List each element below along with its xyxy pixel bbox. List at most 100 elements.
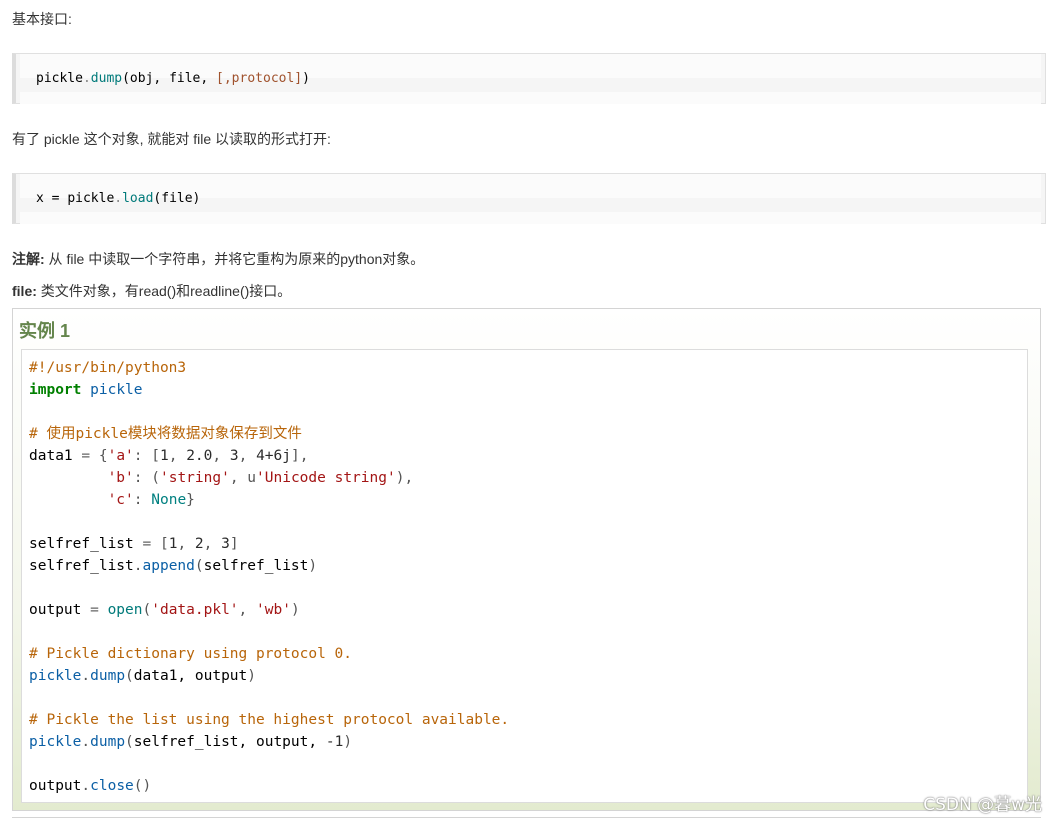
code-token: #!/usr/bin/python3 <box>29 360 187 376</box>
code-token: selfref_list, output, <box>133 734 326 750</box>
code-token: ( <box>142 602 152 618</box>
code-token: ) <box>290 602 300 618</box>
code-line: output.close() <box>29 775 151 797</box>
code-token: selfref_list <box>203 558 309 574</box>
code-token: [,protocol] <box>216 71 303 86</box>
code-line: import pickle <box>29 379 143 401</box>
code-token: ) <box>247 668 257 684</box>
note-paragraph: 注解: 从 file 中读取一个字符串，并将它重构为原来的python对象。 <box>12 249 424 269</box>
code-token: . <box>114 191 123 206</box>
csdn-watermark: CSDN @暮w光 <box>923 795 1042 815</box>
code-token: ( <box>125 734 134 750</box>
code-line: # Pickle dictionary using protocol 0. <box>29 643 352 665</box>
code-token: . <box>81 778 91 794</box>
code-token: ( <box>194 558 204 574</box>
code-token: (obj, file, <box>122 71 217 86</box>
code-token: load <box>122 191 154 206</box>
code-line: output = open('data.pkl', 'wb') <box>29 599 300 621</box>
code-token: selfref_list <box>29 558 134 574</box>
code-line: pickle.dump(data1, output) <box>29 665 256 687</box>
code-line: data1 = {'a': [1, 2.0, 3, 4+6j], <box>29 445 308 467</box>
code-token: pickle <box>29 668 82 684</box>
code-token: , <box>238 602 257 618</box>
code-line: 'b': ('string', u'Unicode string'), <box>29 467 414 489</box>
code-token: 'b' <box>107 470 134 486</box>
code-token: data1 <box>29 448 82 464</box>
file-note-paragraph: file: 类文件对象，有read()和readline()接口。 <box>12 281 291 301</box>
code-token: 2.0 <box>186 448 213 464</box>
code-stripe <box>20 212 1041 224</box>
code-token: -1 <box>325 734 344 750</box>
code-token: , <box>238 448 257 464</box>
paragraph-open-file: 有了 pickle 这个对象, 就能对 file 以读取的形式打开: <box>12 131 331 147</box>
code-token: . <box>81 734 91 750</box>
code-token: ) <box>302 71 310 86</box>
code-token: , <box>203 536 222 552</box>
code-token: 3 <box>229 448 239 464</box>
code-token: () <box>133 778 152 794</box>
code-token: ) <box>308 558 318 574</box>
note-text: 从 file 中读取一个字符串，并将它重构为原来的python对象。 <box>44 251 425 267</box>
code-token: close <box>90 778 134 794</box>
code-line: #!/usr/bin/python3 <box>29 357 186 379</box>
code-block-load[interactable]: x = pickle.load(file) <box>12 173 1046 224</box>
code-token: 'string' <box>159 470 230 486</box>
code-token: 'data.pkl' <box>151 602 239 618</box>
code-token: 'c' <box>107 492 134 508</box>
code-token: output <box>29 778 82 794</box>
code-token: append <box>142 558 195 574</box>
code-token: 2 <box>194 536 204 552</box>
code-token: 1 <box>160 448 169 464</box>
code-token: , <box>177 536 195 552</box>
code-token: import <box>29 382 82 398</box>
code-token: = <box>90 602 99 618</box>
code-token: selfref_list <box>29 536 143 552</box>
file-note-label: file: <box>12 283 37 299</box>
code-token: open <box>107 602 143 618</box>
code-token: : <box>133 492 152 508</box>
code-token: : [ <box>133 448 160 464</box>
code-line: # 使用pickle模块将数据对象保存到文件 <box>29 423 302 445</box>
code-block-dump[interactable]: pickle.dump(obj, file, [,protocol]) <box>12 53 1046 104</box>
code-token: # Pickle dictionary using protocol 0. <box>29 646 353 662</box>
code-token: : ( <box>133 470 160 486</box>
code-line: 'c': None} <box>29 489 195 511</box>
code-token: pickle <box>36 71 83 86</box>
example-title: 实例 1 <box>19 321 71 341</box>
code-token: ), <box>395 470 414 486</box>
code-token: ( <box>125 668 134 684</box>
code-token: # 使用pickle模块将数据对象保存到文件 <box>29 426 302 442</box>
code-line: selfref_list = [1, 2, 3] <box>29 533 239 555</box>
code-token: 'wb' <box>256 602 291 618</box>
note-label: 注解: <box>12 251 45 267</box>
code-token: { <box>90 448 108 464</box>
code-token: x = <box>36 191 68 206</box>
file-note-text: 类文件对象，有read()和readline()接口。 <box>36 283 292 299</box>
code-token: [ <box>151 536 169 552</box>
code-token: 'a' <box>107 448 134 464</box>
code-line: x = pickle.load(file) <box>36 187 200 211</box>
code-token: , <box>212 448 230 464</box>
example-code-block[interactable]: #!/usr/bin/python3 import pickle # 使用pickl… <box>21 349 1028 803</box>
code-token: , <box>168 448 187 464</box>
code-line: # Pickle the list using the highest prot… <box>29 709 509 731</box>
code-token: output <box>29 602 91 618</box>
code-token: = <box>142 536 152 552</box>
code-token: 'Unicode string' <box>256 470 396 486</box>
code-token: (file) <box>153 191 201 206</box>
divider <box>12 817 1041 818</box>
code-stripe <box>20 92 1041 104</box>
code-token: None <box>151 492 187 508</box>
code-token: . <box>81 668 91 684</box>
code-line: selfref_list.append(selfref_list) <box>29 555 317 577</box>
code-token: } <box>186 492 195 508</box>
code-token: data1, output <box>133 668 248 684</box>
code-token: = <box>81 448 91 464</box>
code-token: . <box>82 71 91 86</box>
code-token: ) <box>343 734 353 750</box>
code-line: pickle.dump(selfref_list, output, -1) <box>29 731 352 753</box>
